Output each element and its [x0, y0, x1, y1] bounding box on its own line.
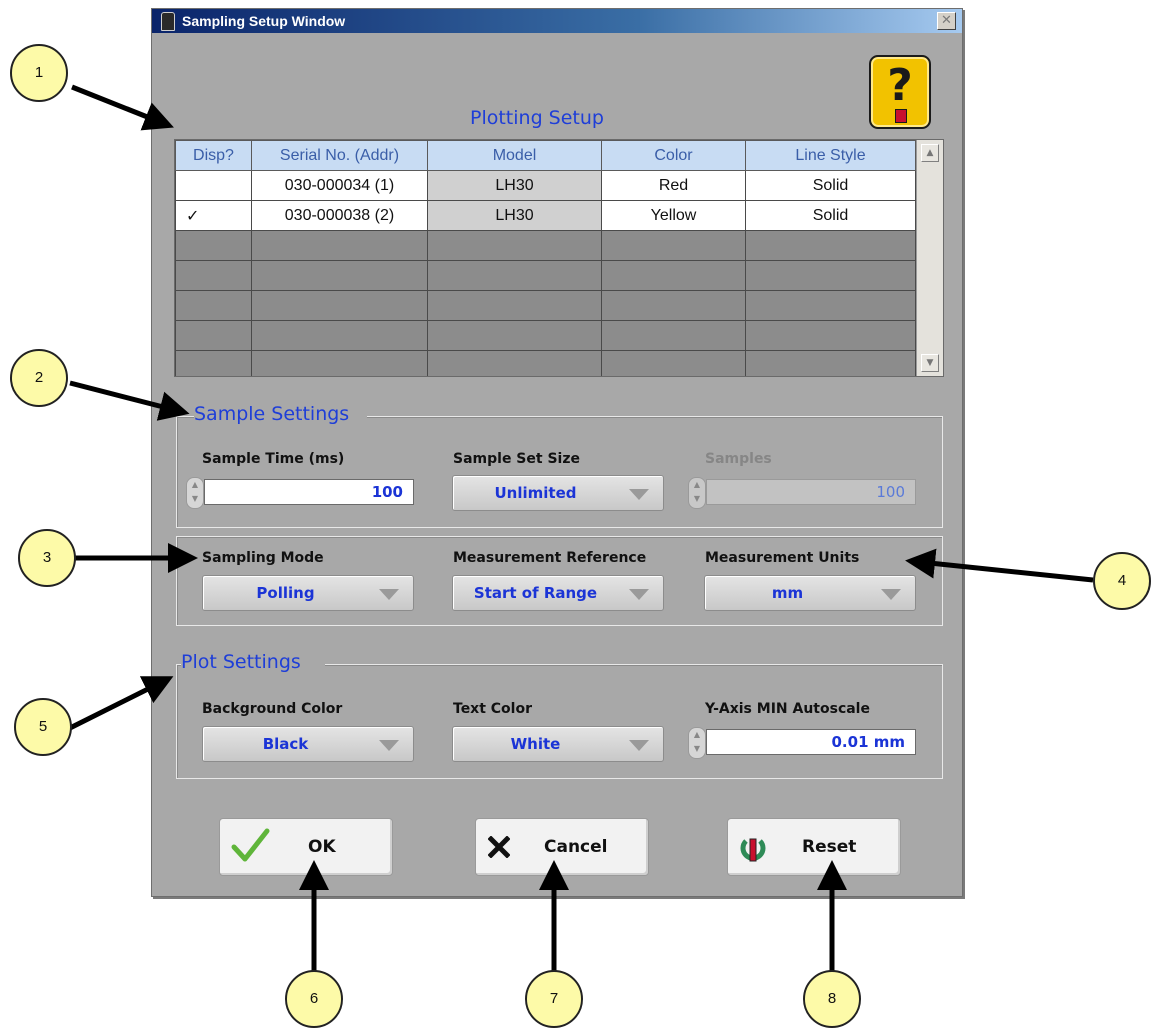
arrow-1	[71, 84, 174, 131]
callout-1: 1	[10, 44, 68, 102]
annotation-arrows	[68, 84, 1094, 1000]
arrow-2	[69, 380, 190, 421]
callout-7: 7	[525, 970, 583, 1028]
callout-3: 3	[18, 529, 76, 587]
callout-8: 8	[803, 970, 861, 1028]
callout-5: 5	[14, 698, 72, 756]
arrow-5	[68, 676, 174, 731]
callout-6: 6	[285, 970, 343, 1028]
callout-2: 2	[10, 349, 68, 407]
arrow-4	[905, 548, 1094, 583]
callout-4: 4	[1093, 552, 1151, 610]
